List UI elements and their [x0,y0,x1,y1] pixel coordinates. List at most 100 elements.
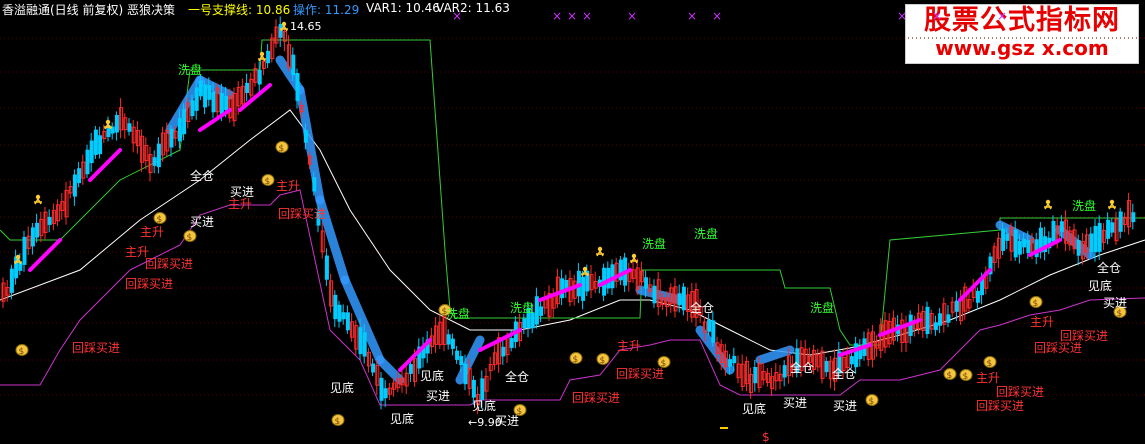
candle-body [652,285,657,304]
candle-body [224,95,229,111]
candle-body [35,222,40,238]
candle-body [211,91,216,113]
full-position-label: 全仓 [190,168,214,183]
candle-body [539,306,544,316]
candle-body [933,322,938,331]
runner-icon [281,21,287,27]
candle-body [333,294,338,320]
pullback-buy-label: 回踩买进 [976,399,1024,413]
pullback-buy-label: 回踩买进 [572,391,620,405]
money-bag-icon: $ [157,215,163,225]
money-bag-icon: $ [335,417,341,427]
candle-body [291,54,296,76]
top-marker-2: × [567,9,577,23]
buy-label: 买进 [426,389,450,403]
candle-body [534,296,539,325]
candle-body [89,140,94,164]
pullback-buy-label: 回踩买进 [1060,329,1108,343]
candle-body [77,168,82,184]
candle-body [707,319,712,332]
pullback-buy-label: 回踩买进 [616,367,664,381]
dollar-marker: $ [762,430,770,444]
bottom-marker [720,427,728,429]
full-position-label: 全仓 [505,369,529,384]
candle-body [446,334,451,345]
candle-body [22,236,27,265]
main-rise-label: 主升 [276,179,300,193]
candle-body [480,378,485,400]
pullback-buy-label: 回踩买进 [125,277,173,291]
candle-body [509,337,514,348]
main-rise-label: 主升 [1030,315,1054,329]
candle-body [358,327,363,355]
candle-body [824,360,829,373]
candle-body [455,350,460,360]
pullback-buy-label: 回踩买进 [996,385,1044,399]
money-bag-icon: $ [963,372,969,382]
candle-body [954,300,959,312]
candle-body [463,363,468,385]
candle-body [152,157,157,166]
bottom-label: 见底 [472,398,496,413]
candle-body [1076,240,1081,256]
candle-body [459,356,464,366]
top-marker-8: × [932,9,942,23]
candle-body [732,355,737,364]
full-position-label: 全仓 [790,360,814,375]
top-marker-4: × [627,9,637,23]
top-marker-7: × [897,9,907,23]
candle-body [677,293,682,306]
candle-body [1013,229,1018,258]
top-marker-3: × [582,9,592,23]
candle-body [266,50,271,64]
candle-body [194,87,199,111]
runner-icon [34,198,42,205]
runner-icon [258,55,266,62]
candle-body [946,314,951,323]
candle-body [114,114,119,133]
runner-icon [597,246,603,252]
candle-body [1118,211,1123,232]
full-position-label: 全仓 [690,300,714,315]
candle-body [98,135,103,155]
candle-body [1001,228,1006,251]
candle-body [127,123,132,132]
candle-body [1026,240,1031,254]
candle-body [782,365,787,378]
candle-body [1051,220,1056,242]
buy-label: 买进 [495,414,519,428]
top-marker-6: × [712,9,722,23]
candle-body [925,306,930,335]
runner-icon [1044,203,1052,210]
candle-body [182,108,187,135]
high-price-label: 14.65 [290,20,322,33]
candle-body [219,93,224,116]
money-bag-icon: $ [869,397,875,407]
candle-body [1097,223,1102,252]
full-position-label: 全仓 [1097,260,1121,275]
band-segment-6 [375,355,405,385]
bottom-label: 见底 [420,368,444,383]
candle-body [501,346,506,357]
candle-body [1022,238,1027,248]
main-rise-label: 主升 [617,339,641,353]
bottom-label: 见底 [330,380,354,395]
candle-body [1131,212,1136,223]
runner-icon [35,194,41,200]
candle-body [18,262,23,271]
bottom-label: 见底 [390,411,414,426]
candle-body [383,388,388,399]
candle-body [345,312,350,331]
candle-body [379,377,384,401]
candle-body [312,177,317,192]
runner-icon [631,253,637,259]
washout-label: 洗盘 [810,300,834,315]
candle-body [753,367,758,384]
runner-icon [1109,199,1115,205]
pullback-buy-label: 回踩买进 [278,207,326,221]
bottom-label: 见底 [1088,278,1112,293]
top-marker-0: × [452,9,462,23]
runner-icon [1045,199,1051,205]
washout-label: 洗盘 [694,226,718,241]
money-bag-icon: $ [947,371,953,381]
